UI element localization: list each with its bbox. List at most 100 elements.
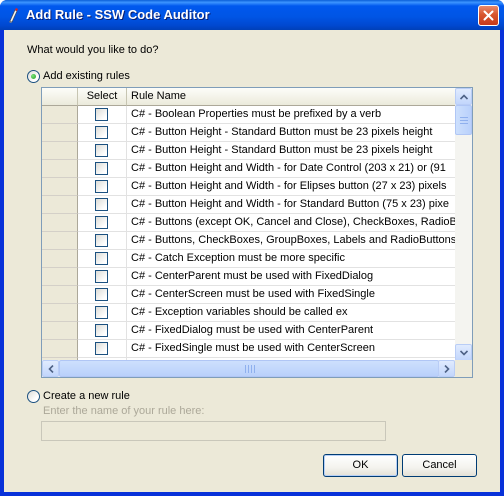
chevron-down-icon (460, 350, 468, 356)
select-checkbox[interactable] (95, 234, 108, 247)
select-checkbox[interactable] (95, 252, 108, 265)
row-header[interactable] (42, 250, 78, 268)
select-cell (78, 304, 127, 322)
select-checkbox[interactable] (95, 270, 108, 283)
ok-button[interactable]: OK (323, 454, 398, 477)
rule-name-cell[interactable]: C# - Catch Exception must be more specif… (127, 250, 456, 268)
rule-name-cell[interactable]: C# - FixedSingle must be used with Cente… (127, 340, 456, 358)
select-checkbox[interactable] (95, 216, 108, 229)
select-cell (78, 196, 127, 214)
select-cell (78, 142, 127, 160)
select-checkbox[interactable] (95, 288, 108, 301)
row-header[interactable] (42, 106, 78, 124)
table-row[interactable]: C# - Button Height and Width - for Date … (42, 160, 456, 178)
row-header[interactable] (42, 340, 78, 358)
table-row[interactable]: C# - Buttons (except OK, Cancel and Clos… (42, 214, 456, 232)
table-row[interactable]: C# - Button Height - Standard Button mus… (42, 124, 456, 142)
table-row[interactable]: C# - CenterParent must be used with Fixe… (42, 268, 456, 286)
window-title: Add Rule - SSW Code Auditor (26, 7, 210, 22)
cancel-button[interactable]: Cancel (402, 454, 477, 477)
chevron-up-icon (460, 94, 468, 100)
row-header[interactable] (42, 160, 78, 178)
rule-name-cell[interactable]: C# - Button Height and Width - for Stand… (127, 196, 456, 214)
scroll-down-button[interactable] (455, 344, 472, 361)
rule-name-cell[interactable]: C# - Button Height - Standard Button mus… (127, 142, 456, 160)
select-checkbox[interactable] (95, 324, 108, 337)
select-cell (78, 178, 127, 196)
new-rule-name-input[interactable] (41, 421, 386, 441)
close-icon (483, 10, 494, 21)
app-icon (9, 8, 18, 23)
row-header[interactable] (42, 142, 78, 160)
close-button[interactable] (478, 5, 499, 26)
rule-name-cell[interactable]: C# - Button Height and Width - for Elips… (127, 178, 456, 196)
select-checkbox[interactable] (95, 162, 108, 175)
title-bar[interactable]: Add Rule - SSW Code Auditor (0, 0, 504, 30)
select-checkbox[interactable] (95, 180, 108, 193)
select-column-header[interactable]: Select (78, 88, 127, 106)
grid-header: Select Rule Name (42, 88, 456, 106)
row-header[interactable] (42, 304, 78, 322)
vertical-scroll-thumb[interactable] (455, 105, 472, 135)
rule-name-cell[interactable]: C# - Buttons, CheckBoxes, GroupBoxes, La… (127, 232, 456, 250)
select-checkbox[interactable] (95, 198, 108, 211)
select-cell (78, 160, 127, 178)
row-header-corner (42, 88, 78, 106)
rule-name-cell[interactable]: C# - Boolean Properties must be prefixed… (127, 106, 456, 124)
rule-name-cell[interactable]: C# - CenterScreen must be used with Fixe… (127, 286, 456, 304)
rules-grid: Select Rule Name C# - Boolean Properties… (41, 87, 473, 378)
select-cell (78, 322, 127, 340)
radio-selected-dot (31, 74, 36, 79)
add-existing-label[interactable]: Add existing rules (43, 70, 130, 82)
table-row[interactable]: C# - Exception variables should be calle… (42, 304, 456, 322)
table-row[interactable]: C# - Boolean Properties must be prefixed… (42, 106, 456, 124)
row-header[interactable] (42, 268, 78, 286)
scrollbar-corner (455, 360, 472, 377)
new-rule-prompt: Enter the name of your rule here: (43, 405, 205, 417)
table-row[interactable]: C# - Buttons, CheckBoxes, GroupBoxes, La… (42, 232, 456, 250)
table-row[interactable]: C# - Button Height - Standard Button mus… (42, 142, 456, 160)
horizontal-scrollbar[interactable] (42, 360, 455, 377)
table-row[interactable]: C# - Button Height and Width - for Elips… (42, 178, 456, 196)
table-row[interactable]: C# - FixedDialog must be used with Cente… (42, 322, 456, 340)
table-row[interactable]: C# - CenterScreen must be used with Fixe… (42, 286, 456, 304)
scroll-up-button[interactable] (455, 88, 472, 105)
table-row[interactable]: C# - Catch Exception must be more specif… (42, 250, 456, 268)
select-cell (78, 124, 127, 142)
select-checkbox[interactable] (95, 126, 108, 139)
chevron-left-icon (48, 365, 54, 373)
vertical-scrollbar[interactable] (455, 88, 472, 361)
row-header[interactable] (42, 196, 78, 214)
row-header[interactable] (42, 124, 78, 142)
rule-name-cell[interactable]: C# - Exception variables should be calle… (127, 304, 456, 322)
row-header[interactable] (42, 178, 78, 196)
rule-name-cell[interactable]: C# - Button Height and Width - for Date … (127, 160, 456, 178)
select-cell (78, 106, 127, 124)
prompt-label: What would you like to do? (27, 44, 159, 56)
table-row[interactable]: C# - FixedSingle must be used with Cente… (42, 340, 456, 358)
row-header[interactable] (42, 214, 78, 232)
rule-name-cell[interactable]: C# - Button Height - Standard Button mus… (127, 124, 456, 142)
chevron-right-icon (444, 365, 450, 373)
table-row[interactable]: C# - Button Height and Width - for Stand… (42, 196, 456, 214)
rule-name-cell[interactable]: C# - FixedDialog must be used with Cente… (127, 322, 456, 340)
row-header[interactable] (42, 322, 78, 340)
row-header[interactable] (42, 286, 78, 304)
scroll-right-button[interactable] (438, 360, 455, 377)
select-cell (78, 286, 127, 304)
select-checkbox[interactable] (95, 108, 108, 121)
create-new-label[interactable]: Create a new rule (43, 390, 130, 402)
select-checkbox[interactable] (95, 306, 108, 319)
select-cell (78, 250, 127, 268)
add-existing-radio[interactable] (27, 70, 40, 83)
rule-name-cell[interactable]: C# - Buttons (except OK, Cancel and Clos… (127, 214, 456, 232)
row-header[interactable] (42, 232, 78, 250)
select-checkbox[interactable] (95, 342, 108, 355)
select-checkbox[interactable] (95, 144, 108, 157)
rule-name-column-header[interactable]: Rule Name (127, 88, 456, 106)
scroll-left-button[interactable] (42, 360, 59, 377)
rule-name-cell[interactable]: C# - CenterParent must be used with Fixe… (127, 268, 456, 286)
create-new-radio[interactable] (27, 390, 40, 403)
select-cell (78, 268, 127, 286)
horizontal-scroll-thumb[interactable] (59, 360, 439, 377)
